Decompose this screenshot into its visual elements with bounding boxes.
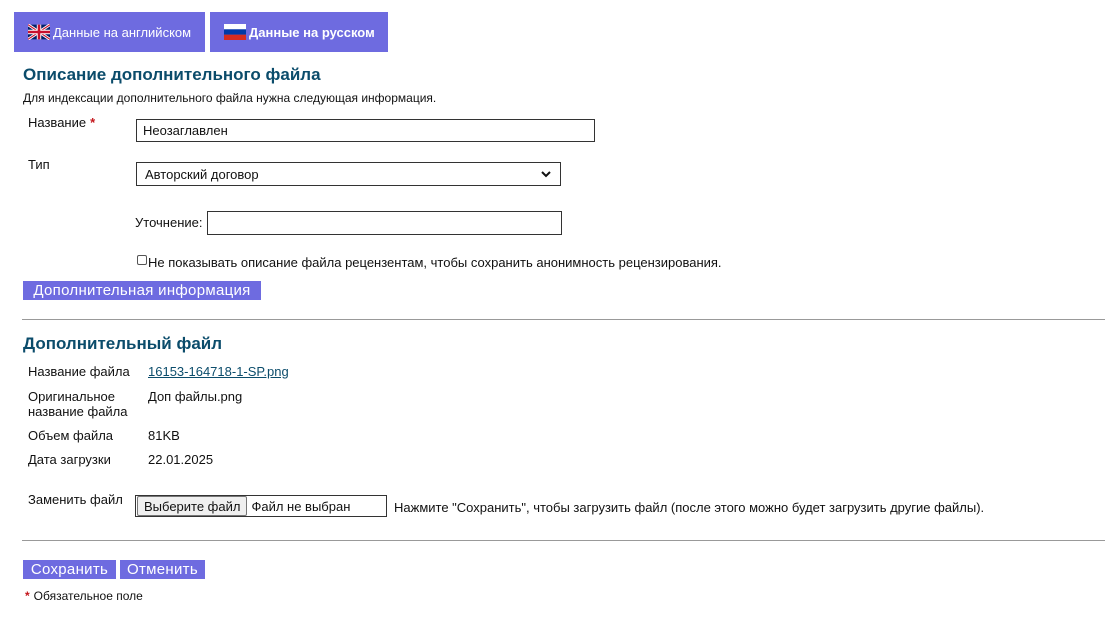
filename-link[interactable]: 16153-164718-1-SP.png xyxy=(148,364,289,379)
tab-english-label: Данные на английском xyxy=(53,24,192,40)
uk-flag-icon xyxy=(27,23,51,41)
original-filename-label: Оригинальное название файла xyxy=(28,389,128,419)
tab-russian-label: Данные на русском xyxy=(249,24,375,40)
chevron-down-icon xyxy=(540,168,552,180)
original-filename-value: Доп файлы.png xyxy=(148,389,243,404)
cancel-button[interactable]: Отменить xyxy=(120,560,205,579)
upload-date-label: Дата загрузки xyxy=(28,452,111,467)
required-note: * Обязательное поле xyxy=(25,589,143,603)
description-intro: Для индексации дополнительного файла нуж… xyxy=(23,91,437,105)
required-star-icon: * xyxy=(25,589,30,603)
file-heading: Дополнительный файл xyxy=(23,334,223,353)
file-input[interactable]: Выберите файл Файл не выбран xyxy=(135,495,387,517)
hide-from-reviewers-checkbox[interactable] xyxy=(137,255,147,265)
tab-english-data[interactable]: Данные на английском xyxy=(14,12,205,52)
type-label: Тип xyxy=(28,157,50,172)
description-heading: Описание дополнительного файла xyxy=(23,65,321,84)
title-label: Название * xyxy=(28,115,96,130)
russia-flag-icon xyxy=(224,24,246,40)
specify-input[interactable] xyxy=(207,211,562,235)
required-star-icon: * xyxy=(90,115,96,130)
filename-label: Название файла xyxy=(28,364,130,379)
choose-file-button[interactable]: Выберите файл xyxy=(137,496,248,516)
no-file-text: Файл не выбран xyxy=(251,498,351,514)
type-selected-value: Авторский договор xyxy=(145,166,259,182)
filesize-label: Объем файла xyxy=(28,428,114,443)
specify-label: Уточнение: xyxy=(135,215,203,230)
divider xyxy=(22,540,1105,541)
title-input[interactable] xyxy=(136,119,595,142)
type-select[interactable]: Авторский договор xyxy=(136,162,561,186)
hide-from-reviewers-label: Не показывать описание файла рецензентам… xyxy=(148,255,722,270)
save-hint: Нажмите "Сохранить", чтобы загрузить фай… xyxy=(394,500,985,515)
upload-date-value: 22.01.2025 xyxy=(148,452,214,467)
replace-file-label: Заменить файл xyxy=(28,492,123,507)
divider xyxy=(22,319,1105,320)
save-button[interactable]: Сохранить xyxy=(23,560,116,579)
filesize-value: 81KB xyxy=(148,428,180,443)
more-info-button[interactable]: Дополнительная информация xyxy=(23,281,261,300)
tab-russian-data[interactable]: Данные на русском xyxy=(210,12,388,52)
